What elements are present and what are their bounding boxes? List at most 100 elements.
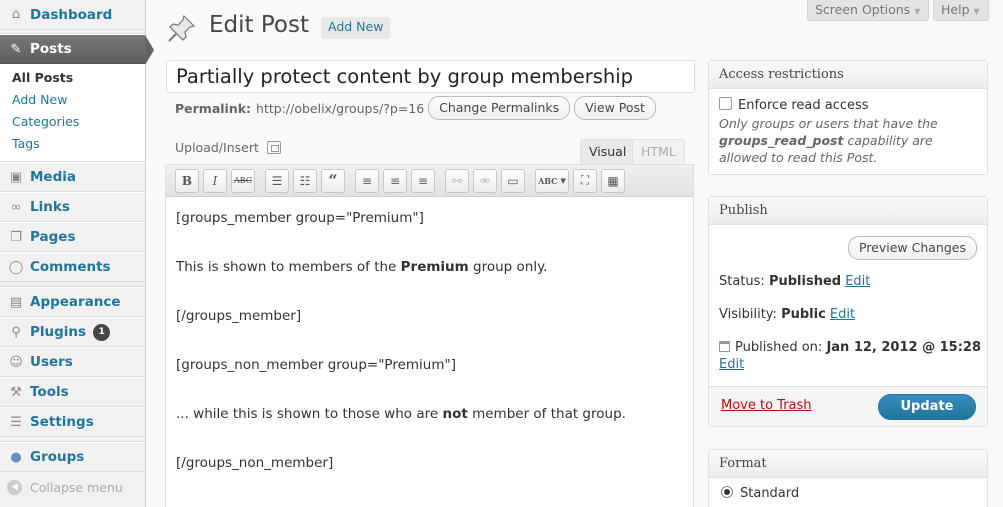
users-icon: ☺ [9,354,23,370]
move-to-trash-link[interactable]: Move to Trash [721,398,812,413]
format-title: Format [709,450,987,478]
pushpin-icon [168,14,196,42]
editor-content[interactable]: [groups_member group="Premium"] This is … [166,197,693,507]
post-status: Status: Published Edit [719,274,871,289]
menu-links[interactable]: ∞ Links [0,192,145,222]
submenu-add-new[interactable]: Add New [0,90,145,112]
link-icon[interactable]: ⚯ [445,168,469,193]
editor-toolbar: B I ABC ☰ ☷ “ ≡ ≡ ≡ ⚯ ⚮ ▭ ABC ▼ ⛶ ▦ [166,165,693,197]
edit-date-link[interactable]: Edit [719,357,744,372]
submenu-tags[interactable]: Tags [0,134,145,156]
access-description: Only groups or users that have the group… [719,116,938,165]
upload-insert-label: Upload/Insert [175,140,259,155]
spellcheck-icon[interactable]: ABC ▼ [535,168,569,193]
content-line: [/groups_member] [176,308,302,324]
kitchen-sink-icon[interactable]: ▦ [601,168,625,193]
upload-insert: Upload/Insert [175,140,281,155]
menu-plugins[interactable]: ⚲ Plugins 1 [0,317,145,347]
menu-pages[interactable]: ❐ Pages [0,222,145,252]
post-title-input[interactable] [166,60,695,93]
content-line: ... while this is shown to those who are… [176,406,626,422]
admin-menu: ⌂ Dashboard ✎ Posts All Posts Add New Cate… [0,0,154,507]
collapse-menu-button[interactable]: ◀ Collapse menu [0,472,145,502]
screen-options-tab[interactable]: Screen Options ▼ [807,0,930,21]
content-line: [/groups_non_member] [176,455,334,471]
post-editor: B I ABC ☰ ☷ “ ≡ ≡ ≡ ⚯ ⚮ ▭ ABC ▼ ⛶ ▦ [grou… [165,164,694,507]
preview-changes-button[interactable]: Preview Changes [847,236,977,260]
access-restrictions-box: Access restrictions Enforce read access … [708,60,988,175]
dropdown-arrow-icon: ▼ [973,7,980,16]
chevron-down-icon: ▼ [560,176,566,185]
help-tab[interactable]: Help ▼ [933,0,989,21]
settings-icon: ☰ [10,414,22,430]
edit-status-link[interactable]: Edit [845,274,870,289]
align-right-icon[interactable]: ≡ [411,168,435,193]
align-left-icon[interactable]: ≡ [355,168,379,193]
page-title: Edit Post [209,12,309,38]
tab-visual[interactable]: Visual [580,139,636,165]
align-center-icon[interactable]: ≡ [383,168,407,193]
content-line: This is shown to members of the Premium … [176,259,548,275]
menu-comments[interactable]: ◯ Comments [0,252,145,282]
fullscreen-icon[interactable]: ⛶ [573,168,597,193]
format-standard-label[interactable]: Standard [740,486,799,501]
permalink-url: http://obelix/groups/?p=16 [256,100,425,116]
publish-title: Publish [709,197,987,225]
edit-visibility-link[interactable]: Edit [830,307,855,322]
add-new-button[interactable]: Add New [321,17,391,39]
pushpin-icon: ✎ [10,41,22,57]
publish-box: Publish Preview Changes Status: Publishe… [708,196,988,427]
enforce-read-access-label[interactable]: Enforce read access [738,98,869,113]
submenu-all-posts[interactable]: All Posts [0,68,145,90]
enforce-read-access-checkbox[interactable] [719,97,732,110]
more-tag-icon[interactable]: ▭ [501,168,525,193]
posts-submenu: All Posts Add New Categories Tags [0,64,145,162]
comment-icon: ◯ [8,259,24,275]
bullet-list-icon[interactable]: ☰ [265,168,289,193]
pages-icon: ❐ [10,229,22,245]
format-inside: Standard [709,478,987,507]
menu-users[interactable]: ☺ Users [0,347,145,377]
menu-media[interactable]: ▣ Media [0,162,145,192]
italic-icon[interactable]: I [203,168,227,193]
unlink-icon[interactable]: ⚮ [473,168,497,193]
content-line: [groups_member group="Premium"] [176,210,424,226]
update-button[interactable]: Update [878,394,976,420]
format-standard-radio[interactable] [721,486,733,498]
tab-html[interactable]: HTML [632,139,685,165]
menu-posts[interactable]: ✎ Posts [0,34,154,65]
menu-tools[interactable]: ⚒ Tools [0,377,145,407]
plugin-icon: ⚲ [11,324,21,340]
home-icon: ⌂ [11,7,21,22]
menu-appearance[interactable]: ▤ Appearance [0,287,145,317]
permalink-row: Permalink: http://obelix/groups/?p=16 Ch… [175,96,656,120]
post-published-on: Published on: Jan 12, 2012 @ 15:28 Edit [719,340,981,372]
format-box: Format Standard [708,449,988,507]
strikethrough-icon[interactable]: ABC [231,168,255,193]
menu-groups[interactable]: ● Groups [0,442,145,472]
submenu-categories[interactable]: Categories [0,112,145,134]
view-post-button[interactable]: View Post [574,96,656,120]
bold-icon[interactable]: B [175,168,199,193]
menu-settings[interactable]: ☰ Settings [0,407,145,437]
add-media-icon[interactable] [266,141,281,154]
groups-icon: ● [10,449,22,465]
permalink-label: Permalink: [175,100,252,116]
menu-dashboard[interactable]: ⌂ Dashboard [0,0,145,30]
access-restrictions-inside: Enforce read access Only groups or users… [709,89,987,172]
content-line: [groups_non_member group="Premium"] [176,357,456,373]
blockquote-icon[interactable]: “ [321,168,345,193]
media-icon: ▣ [9,169,23,185]
link-icon: ∞ [10,199,22,215]
publish-actions: Move to Trash Update [709,386,987,426]
calendar-icon [719,341,730,352]
access-restrictions-title: Access restrictions [709,61,987,89]
post-visibility: Visibility: Public Edit [719,307,856,322]
tools-icon: ⚒ [10,384,22,400]
plugins-update-badge: 1 [93,323,111,341]
numbered-list-icon[interactable]: ☷ [293,168,317,193]
change-permalinks-button[interactable]: Change Permalinks [428,96,571,120]
dropdown-arrow-icon: ▼ [914,7,921,16]
collapse-arrow-icon: ◀ [7,479,22,495]
appearance-icon: ▤ [9,294,23,310]
